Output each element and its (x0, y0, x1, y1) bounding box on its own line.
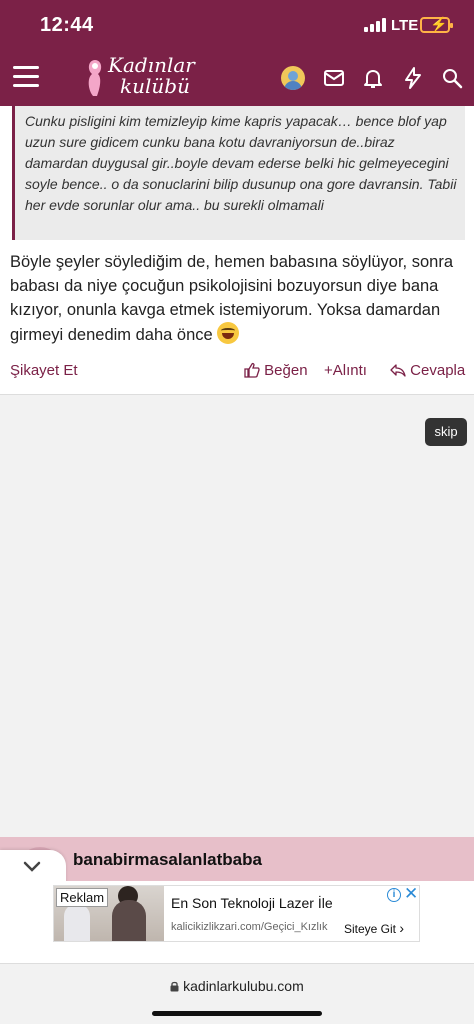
quote-block: Cunku pisligini kim temizleyip kime kapr… (12, 106, 465, 240)
menu-icon[interactable] (13, 66, 39, 88)
ad-card[interactable]: Reklam En Son Teknoloji Lazer İle kalici… (53, 884, 420, 942)
reply-label: Cevapla (410, 362, 466, 379)
chevron-right-icon: › (399, 920, 405, 936)
url-display[interactable]: kadinlarkulubu.com (0, 978, 474, 994)
status-bar: 12:44 LTE ⚡ (0, 0, 474, 50)
site-logo[interactable]: Kadınlar kulübü (84, 54, 204, 102)
bolt-icon[interactable] (401, 66, 425, 90)
bottom-ad: Reklam En Son Teknoloji Lazer İle kalici… (0, 881, 474, 963)
ad-cta-button[interactable]: Siteye Git › (344, 920, 404, 936)
logo-text: Kadınlar kulübü (108, 55, 195, 97)
like-label: Beğen (264, 362, 308, 379)
ad-title[interactable]: En Son Teknoloji Lazer İle (171, 895, 333, 911)
logo-mark-icon (88, 60, 102, 96)
home-indicator[interactable] (152, 1011, 322, 1016)
lock-icon (170, 981, 179, 992)
logo-line2: kulübü (120, 74, 190, 98)
post-body: Böyle şeyler söylediğim de, hemen babası… (10, 250, 468, 347)
status-time: 12:44 (40, 14, 94, 36)
reply-button[interactable]: Cevapla (390, 361, 465, 381)
ad-space (0, 396, 474, 836)
thumbs-up-icon (244, 362, 260, 378)
next-post-header: banabirmasalanlatbaba (0, 837, 474, 891)
quote-button[interactable]: +Alıntı (324, 361, 367, 381)
quote-label: Alıntı (332, 362, 367, 379)
skip-button[interactable]: skip (425, 418, 467, 446)
reply-icon (390, 364, 406, 377)
ad-image: Reklam (54, 886, 164, 941)
mail-icon[interactable] (322, 66, 346, 90)
network-label: LTE (391, 17, 419, 34)
quote-text: Cunku pisligini kim temizleyip kime kapr… (25, 113, 457, 213)
ad-cta-label: Siteye Git (344, 922, 397, 936)
next-post-username[interactable]: banabirmasalanlatbaba (73, 850, 262, 870)
site-header: Kadınlar kulübü (0, 50, 474, 106)
close-icon[interactable]: ✕ (404, 884, 418, 904)
bell-icon[interactable] (361, 66, 385, 90)
top-bar: 12:44 LTE ⚡ Kadınlar kulübü (0, 0, 474, 106)
report-button[interactable]: Şikayet Et (10, 361, 78, 381)
browser-url-bar[interactable]: kadinlarkulubu.com (0, 963, 474, 1024)
ad-badge: Reklam (56, 888, 109, 907)
battery-icon: ⚡ (420, 16, 453, 33)
chevron-down-icon (23, 861, 41, 872)
url-text: kadinlarkulubu.com (183, 978, 304, 994)
ad-url: kalicikizlikzari.com/Geçici_Kızlık (171, 921, 328, 933)
search-icon[interactable] (440, 66, 464, 90)
avatar[interactable] (281, 66, 305, 90)
plus-icon: + (324, 362, 333, 379)
laughing-emoji-icon (216, 322, 239, 344)
signal-icon (364, 18, 386, 32)
post: Cunku pisligini kim temizleyip kime kapr… (0, 106, 474, 395)
like-button[interactable]: Beğen (244, 361, 308, 381)
collapse-ad-button[interactable] (0, 850, 66, 884)
post-actions: Şikayet Et Beğen +Alıntı Cevapla (0, 361, 474, 385)
info-icon[interactable]: i (387, 888, 401, 902)
